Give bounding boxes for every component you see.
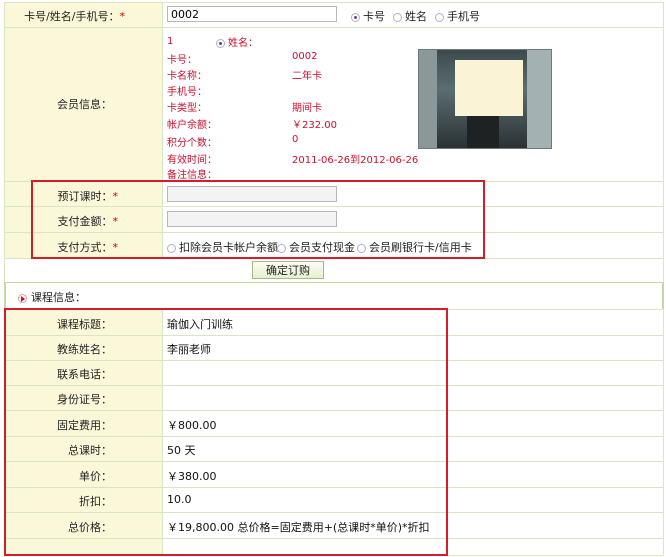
- member-field-value: 期间卡: [292, 103, 322, 114]
- photo-mask: [455, 60, 523, 116]
- course-row-label: 折扣：: [79, 495, 112, 508]
- method-label: 支付方式：*: [57, 241, 119, 254]
- course-row-label: 总价格：: [68, 521, 112, 534]
- member-name-option[interactable]: 姓名：: [216, 34, 258, 49]
- course-row-label: 总课时：: [68, 444, 112, 457]
- member-field-value: 2011-06-26到2012-06-26: [292, 155, 419, 166]
- member-field-value: 二年卡: [292, 71, 322, 82]
- course-row-label: 联系电话：: [57, 368, 112, 381]
- radio-icon: [277, 243, 286, 253]
- method-option-balance[interactable]: 扣除会员卡帐户余额: [167, 239, 278, 255]
- search-option-card[interactable]: 卡号: [351, 8, 385, 24]
- radio-icon: [393, 12, 402, 22]
- radio-icon: [357, 243, 366, 253]
- course-row-label: 身份证号：: [57, 393, 112, 406]
- member-field-label: 卡名称：: [167, 71, 207, 82]
- course-section-title: 课程信息：: [18, 289, 86, 305]
- course-row-value: ￥380.00: [167, 470, 217, 483]
- method-option-card[interactable]: 会员刷银行卡/信用卡: [357, 239, 472, 255]
- member-field-label: 积分个数：: [167, 138, 217, 149]
- member-field-label: 备注信息：: [167, 170, 217, 181]
- radio-icon: [435, 12, 444, 22]
- member-field-value: 0002: [292, 51, 318, 62]
- radio-icon: [167, 243, 176, 253]
- column-divider-course: [162, 309, 163, 555]
- radio-icon: [216, 38, 225, 48]
- search-input[interactable]: [167, 6, 337, 22]
- confirm-order-button[interactable]: 确定订购: [252, 261, 324, 279]
- member-field-label: 帐户余额：: [167, 120, 217, 131]
- course-row-value: 10.0: [167, 493, 192, 506]
- course-row-value: 50 天: [167, 444, 196, 457]
- hours-input[interactable]: [167, 186, 337, 202]
- member-field-label: 手机号：: [167, 87, 207, 98]
- course-row-label: 单价：: [79, 470, 112, 483]
- member-photo: [418, 49, 552, 149]
- course-section-header: [4, 283, 664, 309]
- member-index: 1: [167, 36, 174, 47]
- right-border: [663, 2, 664, 556]
- member-field-label: 卡类型：: [167, 103, 207, 114]
- method-option-cash[interactable]: 会员支付现金: [277, 239, 355, 255]
- member-field-label: 有效时间：: [167, 155, 217, 166]
- course-row-label: 固定费用：: [57, 419, 112, 432]
- search-option-phone[interactable]: 手机号: [435, 8, 480, 24]
- member-info-label: 会员信息：: [57, 98, 112, 111]
- column-divider: [162, 2, 163, 258]
- course-row-value: ￥800.00: [167, 419, 217, 432]
- member-field-label: 卡号：: [167, 55, 197, 66]
- amount-input[interactable]: [167, 211, 337, 227]
- search-option-name[interactable]: 姓名: [393, 8, 427, 24]
- hours-label: 预订课时：*: [57, 190, 119, 203]
- member-field-value: 0: [292, 134, 299, 145]
- search-label: 卡号/姓名/手机号：*: [24, 10, 125, 23]
- course-row-value: 瑜伽入门训练: [167, 318, 233, 331]
- course-row-value: 李丽老师: [167, 343, 211, 356]
- course-row-value: ￥19,800.00 总价格=固定费用+(总课时*单价)*折扣: [167, 521, 430, 534]
- member-field-value: ￥232.00: [292, 120, 337, 131]
- course-row-label: 课程标题：: [57, 318, 112, 331]
- left-border: [4, 2, 5, 556]
- course-row-label: 教练姓名：: [57, 343, 112, 356]
- radio-icon: [351, 12, 360, 22]
- amount-label: 支付金额：*: [57, 215, 119, 228]
- bullet-arrow-icon: [18, 293, 27, 303]
